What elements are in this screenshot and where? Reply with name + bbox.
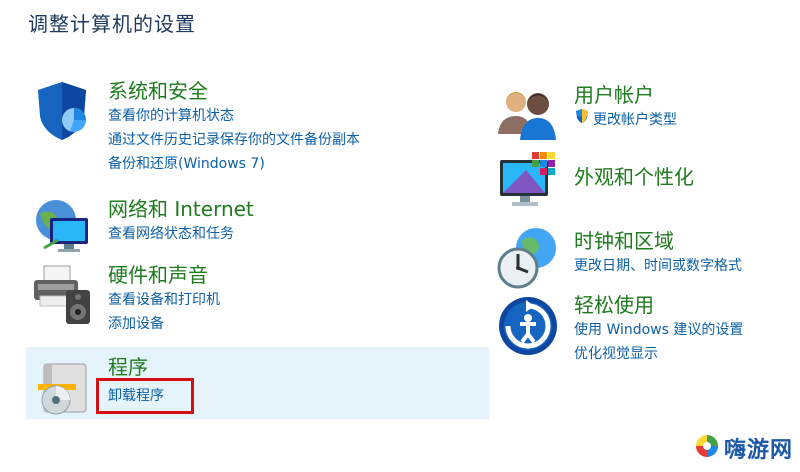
category-title-ease-of-access[interactable]: 轻松使用 [574, 292, 743, 318]
category-title-hardware-sound[interactable]: 硬件和声音 [108, 262, 220, 288]
category-title-network-internet[interactable]: 网络和 Internet [108, 196, 254, 222]
clock-globe-icon[interactable] [496, 226, 560, 290]
printer-speaker-icon[interactable] [30, 262, 94, 326]
watermark-logo: 嗨游网 [694, 432, 793, 464]
annotation-highlight-box [96, 378, 194, 414]
uac-shield-icon [574, 108, 590, 132]
link-view-network-status[interactable]: 查看网络状态和任务 [108, 222, 254, 246]
category-title-user-accounts[interactable]: 用户帐户 [574, 82, 677, 108]
network-globe-icon[interactable] [30, 196, 94, 260]
link-change-account-type-label: 更改帐户类型 [593, 112, 677, 128]
category-title-appearance-personalization[interactable]: 外观和个性化 [574, 164, 694, 190]
link-add-device[interactable]: 添加设备 [108, 312, 220, 336]
monitor-palette-icon[interactable] [496, 150, 560, 214]
shield-icon[interactable] [30, 78, 94, 142]
link-view-devices-printers[interactable]: 查看设备和打印机 [108, 288, 220, 312]
category-title-programs[interactable]: 程序 [108, 354, 164, 380]
link-view-computer-status[interactable]: 查看你的计算机状态 [108, 104, 360, 128]
ease-of-access-icon[interactable] [496, 292, 560, 356]
users-icon[interactable] [496, 82, 560, 146]
swirl-logo-icon [694, 433, 720, 463]
watermark-text: 嗨游网 [724, 438, 794, 463]
category-title-clock-region[interactable]: 时钟和区域 [574, 228, 742, 254]
page-title: 调整计算机的设置 [28, 12, 196, 36]
link-recommended-settings[interactable]: 使用 Windows 建议的设置 [574, 318, 743, 342]
category-title-system-security[interactable]: 系统和安全 [108, 78, 360, 104]
link-backup-restore-win7[interactable]: 备份和还原(Windows 7) [108, 152, 360, 176]
link-change-date-time-format[interactable]: 更改日期、时间或数字格式 [574, 254, 742, 278]
programs-disc-icon[interactable] [30, 354, 94, 418]
link-file-history-backup[interactable]: 通过文件历史记录保存你的文件备份副本 [108, 128, 360, 152]
link-optimize-visual-display[interactable]: 优化视觉显示 [574, 342, 743, 366]
link-change-account-type[interactable]: 更改帐户类型 [574, 108, 677, 132]
control-panel-window: 调整计算机的设置 系统和安全 查看你的计算机状态 通过文件历史记录保存你的文件备… [0, 0, 800, 472]
